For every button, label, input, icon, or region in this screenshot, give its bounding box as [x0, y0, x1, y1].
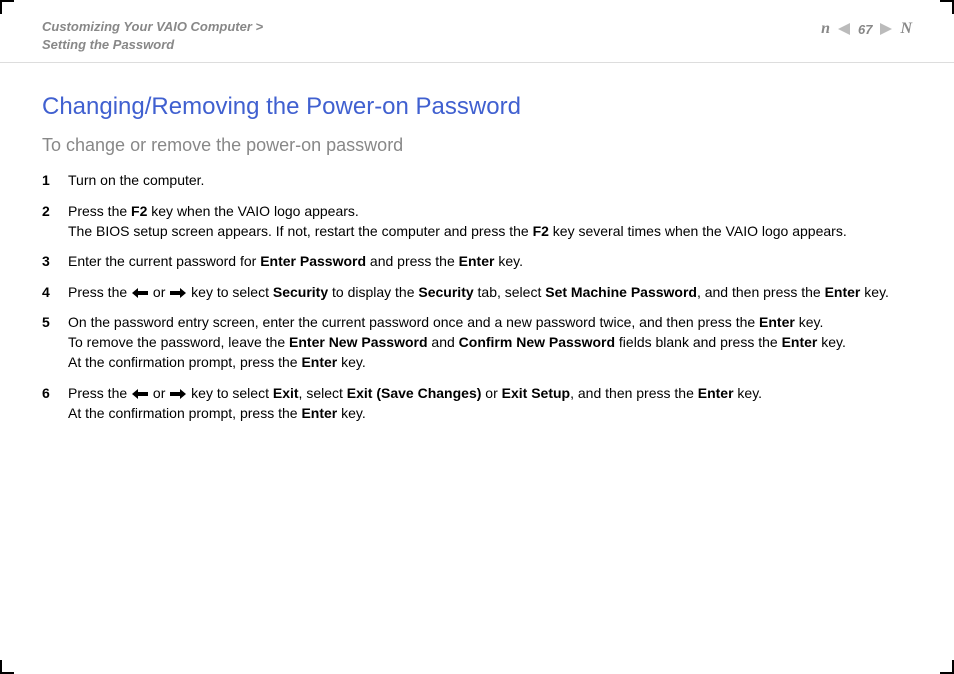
step-number: 5	[42, 312, 68, 373]
page-content: Changing/Removing the Power-on Password …	[0, 63, 954, 453]
nav-letter-left: n	[821, 20, 830, 38]
bold-term: Enter New Password	[289, 334, 428, 350]
page-subtitle: To change or remove the power-on passwor…	[42, 135, 912, 156]
step-body: On the password entry screen, enter the …	[68, 312, 912, 373]
corner-mark	[940, 660, 954, 674]
bold-term: F2	[533, 223, 549, 239]
bold-term: Enter	[825, 284, 861, 300]
bold-term: Enter	[759, 314, 795, 330]
step-number: 1	[42, 170, 68, 190]
bold-term: Enter	[301, 354, 337, 370]
corner-mark	[0, 0, 14, 14]
bold-term: Exit	[273, 385, 299, 401]
step-body: Enter the current password for Enter Pas…	[68, 251, 912, 271]
next-page-icon[interactable]	[880, 23, 892, 35]
nav-letter-right: N	[900, 20, 912, 38]
step-item: 3Enter the current password for Enter Pa…	[42, 251, 912, 271]
page-title: Changing/Removing the Power-on Password	[42, 93, 912, 121]
bold-term: Security	[273, 284, 328, 300]
step-number: 2	[42, 201, 68, 242]
bold-term: Set Machine Password	[545, 284, 697, 300]
step-number: 6	[42, 383, 68, 424]
prev-page-icon[interactable]	[838, 23, 850, 35]
bold-term: Enter	[782, 334, 818, 350]
page-number: 67	[858, 22, 872, 37]
step-item: 1Turn on the computer.	[42, 170, 912, 190]
step-item: 5On the password entry screen, enter the…	[42, 312, 912, 373]
step-body: Turn on the computer.	[68, 170, 912, 190]
steps-list: 1Turn on the computer.2Press the F2 key …	[42, 170, 912, 423]
corner-mark	[940, 0, 954, 14]
page-nav: n 67 N	[821, 20, 912, 38]
step-number: 3	[42, 251, 68, 271]
arrow-right-icon	[170, 288, 186, 298]
arrow-left-icon	[132, 389, 148, 399]
arrow-right-icon	[170, 389, 186, 399]
breadcrumb-line-1: Customizing Your VAIO Computer >	[42, 18, 263, 36]
step-body: Press the or key to select Exit, select …	[68, 383, 912, 424]
bold-term: F2	[131, 203, 147, 219]
bold-term: Enter	[459, 253, 495, 269]
step-number: 4	[42, 282, 68, 302]
bold-term: Enter Password	[260, 253, 366, 269]
breadcrumb: Customizing Your VAIO Computer > Setting…	[42, 18, 263, 54]
page-header: Customizing Your VAIO Computer > Setting…	[0, 0, 954, 63]
bold-term: Enter	[698, 385, 734, 401]
corner-mark	[0, 660, 14, 674]
step-body: Press the F2 key when the VAIO logo appe…	[68, 201, 912, 242]
step-item: 2Press the F2 key when the VAIO logo app…	[42, 201, 912, 242]
bold-term: Confirm New Password	[459, 334, 615, 350]
step-item: 6Press the or key to select Exit, select…	[42, 383, 912, 424]
bold-term: Security	[418, 284, 473, 300]
bold-term: Exit (Save Changes)	[347, 385, 482, 401]
bold-term: Enter	[301, 405, 337, 421]
step-body: Press the or key to select Security to d…	[68, 282, 912, 302]
bold-term: Exit Setup	[502, 385, 570, 401]
breadcrumb-line-2: Setting the Password	[42, 36, 263, 54]
arrow-left-icon	[132, 288, 148, 298]
step-item: 4Press the or key to select Security to …	[42, 282, 912, 302]
